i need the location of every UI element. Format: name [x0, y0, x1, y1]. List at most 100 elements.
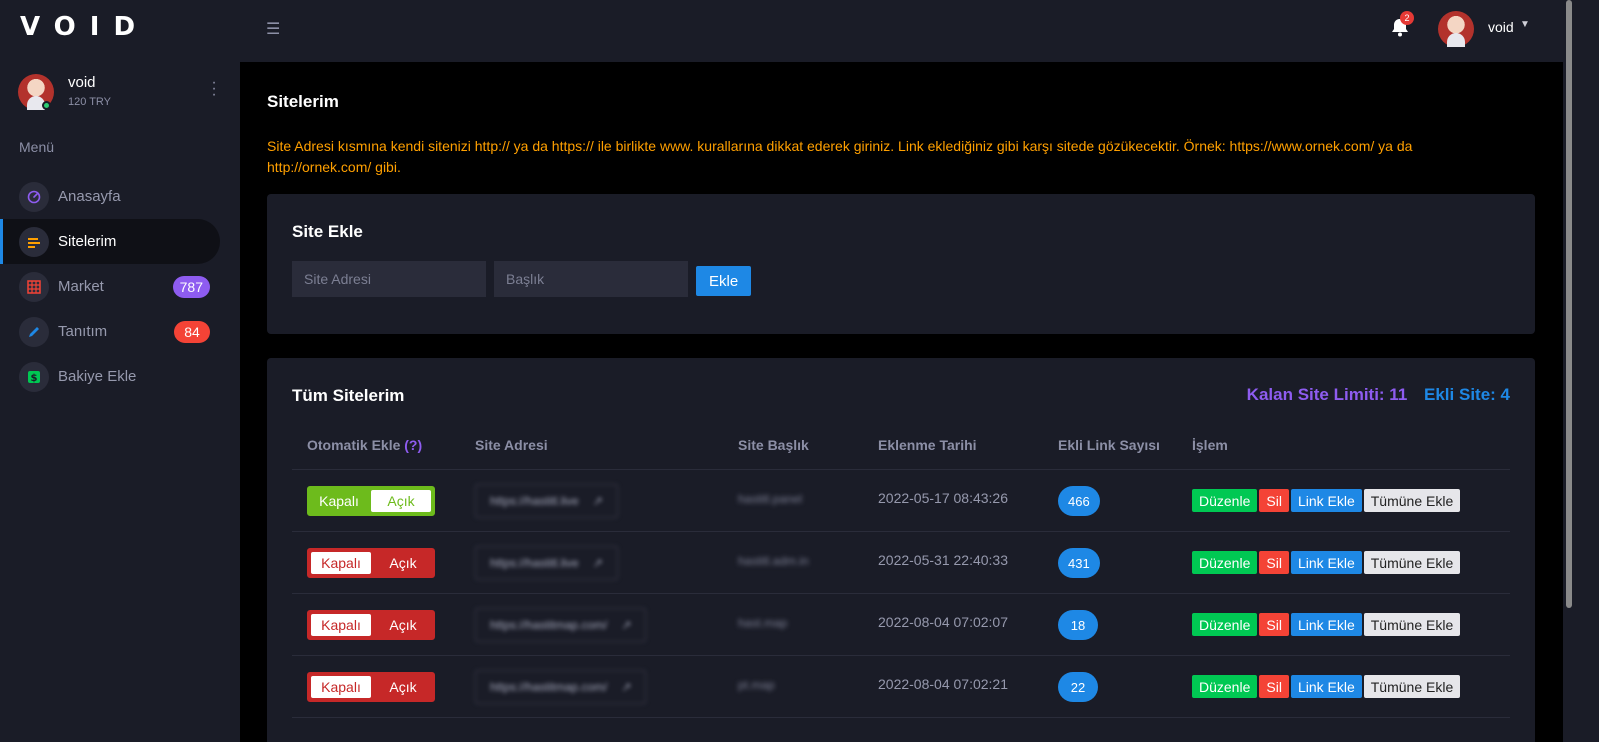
edit-button[interactable]: Düzenle: [1192, 489, 1258, 512]
added-date: 2022-05-31 22:40:33: [878, 552, 1008, 568]
sidebar-nav: Anasayfa Sitelerim Market 787 Tanıtım 84…: [0, 174, 240, 399]
profile-balance: 120 TRY: [68, 96, 112, 108]
grid-icon: [19, 271, 49, 302]
site-title-input[interactable]: [494, 261, 688, 297]
chevron-down-icon[interactable]: ▼: [1520, 19, 1530, 30]
header-user-name[interactable]: void: [1488, 19, 1514, 35]
delete-button[interactable]: Sil: [1259, 551, 1289, 574]
notification-badge: 2: [1400, 11, 1414, 25]
toggle-off-option[interactable]: Kapalı: [309, 488, 369, 514]
delete-button[interactable]: Sil: [1259, 489, 1289, 512]
add-to-all-button[interactable]: Tümüne Ekle: [1363, 489, 1461, 512]
toggle-on-option[interactable]: Açık: [371, 490, 431, 512]
site-title-text: hast.map: [738, 616, 788, 630]
add-link-button[interactable]: Link Ekle: [1290, 613, 1362, 636]
site-url-text: https://hastitl.live: [490, 556, 579, 570]
add-link-button[interactable]: Link Ekle: [1290, 551, 1362, 574]
add-link-button[interactable]: Link Ekle: [1290, 675, 1362, 698]
auto-add-toggle[interactable]: Kapalı Açık: [307, 486, 435, 516]
toggle-on-option[interactable]: Açık: [373, 674, 433, 700]
delete-button[interactable]: Sil: [1259, 613, 1289, 636]
hamburger-menu-icon[interactable]: ☰: [266, 19, 280, 39]
add-site-button[interactable]: Ekle: [696, 266, 752, 296]
row-actions: Düzenle Sil Link Ekle Tümüne Ekle: [1192, 675, 1461, 698]
sidebar-item-label: Anasayfa: [58, 188, 121, 205]
sidebar-item-label: Sitelerim: [58, 233, 117, 250]
page-scrollbar[interactable]: [1563, 0, 1599, 742]
list-icon: [19, 226, 49, 257]
edit-button[interactable]: Düzenle: [1192, 613, 1258, 636]
sidebar-item-market[interactable]: Market 787: [0, 264, 220, 309]
site-url-link[interactable]: https://hastitmap.com/ ↗: [475, 670, 647, 704]
column-action: İşlem: [1192, 437, 1228, 453]
sidebar-item-tanitim[interactable]: Tanıtım 84: [0, 309, 220, 354]
toggle-on-option[interactable]: Açık: [373, 550, 433, 576]
table-header: Otomatik Ekle (?) Site Adresi Site Başlı…: [292, 426, 1510, 470]
external-link-icon: ↗: [621, 618, 632, 632]
link-count-badge: 18: [1058, 610, 1098, 640]
auto-add-help-link[interactable]: (?): [404, 437, 422, 453]
pencil-icon: [19, 316, 49, 347]
sites-list-title: Tüm Sitelerim: [292, 386, 405, 405]
edit-button[interactable]: Düzenle: [1192, 551, 1258, 574]
link-count-badge: 466: [1058, 486, 1100, 516]
sidebar-item-bakiye-ekle[interactable]: $ Bakiye Ekle: [0, 354, 220, 399]
site-url-input[interactable]: [292, 261, 486, 297]
site-limits: Kalan Site Limiti: 11 Ekli Site: 4: [1247, 385, 1510, 405]
auto-add-toggle[interactable]: Kapalı Açık: [307, 548, 435, 578]
link-count-badge: 22: [1058, 672, 1098, 702]
site-url-text: https://hastitl.live: [490, 494, 579, 508]
toggle-on-option[interactable]: Açık: [373, 612, 433, 638]
more-vertical-icon[interactable]: · · ·: [211, 75, 217, 103]
avatar[interactable]: [1438, 11, 1474, 47]
sidebar-item-sitelerim[interactable]: Sitelerim: [0, 219, 220, 264]
sidebar-item-anasayfa[interactable]: Anasayfa: [0, 174, 220, 219]
column-site-title: Site Başlık: [738, 437, 809, 453]
info-message: Site Adresi kısmına kendi sitenizi http:…: [267, 138, 1413, 175]
menu-heading: Menü: [19, 139, 55, 155]
add-to-all-button[interactable]: Tümüne Ekle: [1363, 551, 1461, 574]
scrollbar-thumb[interactable]: [1566, 0, 1572, 608]
column-auto-add-label: Otomatik Ekle: [307, 437, 401, 453]
app-logo[interactable]: VOID: [20, 12, 149, 42]
add-to-all-button[interactable]: Tümüne Ekle: [1363, 675, 1461, 698]
toggle-off-option[interactable]: Kapalı: [311, 552, 371, 574]
add-site-title: Site Ekle: [292, 222, 363, 241]
toggle-off-option[interactable]: Kapalı: [311, 676, 371, 698]
column-date: Eklenme Tarihi: [878, 437, 977, 453]
auto-add-toggle[interactable]: Kapalı Açık: [307, 672, 435, 702]
site-title-text: hastitl.adm.in: [738, 554, 809, 568]
site-title-text: hastitl.panel: [738, 492, 803, 506]
external-link-icon: ↗: [592, 494, 603, 508]
site-url-text: https://hastitmap.com/: [490, 680, 608, 694]
added-date: 2022-08-04 07:02:21: [878, 676, 1008, 692]
profile-name: void: [68, 74, 96, 91]
dollar-icon: $: [19, 361, 49, 392]
add-site-card: Site Ekle Ekle: [267, 194, 1535, 334]
external-link-icon: ↗: [592, 556, 603, 570]
site-url-link[interactable]: https://hastitl.live ↗: [475, 546, 618, 580]
remaining-site-limit: Kalan Site Limiti: 11: [1246, 385, 1408, 404]
site-url-link[interactable]: https://hastitmap.com/ ↗: [475, 608, 647, 642]
auto-add-toggle[interactable]: Kapalı Açık: [307, 610, 435, 640]
speedometer-icon: [19, 181, 49, 212]
svg-text:$: $: [31, 373, 38, 384]
delete-button[interactable]: Sil: [1259, 675, 1289, 698]
sidebar-item-label: Market: [58, 278, 104, 295]
page-title: Sitelerim: [267, 92, 339, 111]
row-actions: Düzenle Sil Link Ekle Tümüne Ekle: [1192, 551, 1461, 574]
column-link-count: Ekli Link Sayısı: [1058, 437, 1160, 453]
table-row: Kapalı Açık https://hastitl.live ↗ hastit…: [292, 470, 1510, 532]
toggle-off-option[interactable]: Kapalı: [311, 614, 371, 636]
market-count-badge: 787: [172, 276, 210, 298]
row-actions: Düzenle Sil Link Ekle Tümüne Ekle: [1192, 613, 1461, 636]
site-url-link[interactable]: https://hastitl.live ↗: [475, 484, 618, 518]
edit-button[interactable]: Düzenle: [1192, 675, 1258, 698]
site-url-text: https://hastitmap.com/: [490, 618, 608, 632]
table-row: Kapalı Açık https://hastitmap.com/ ↗ pt.m…: [292, 656, 1510, 718]
tanitim-count-badge: 84: [174, 321, 210, 343]
add-to-all-button[interactable]: Tümüne Ekle: [1363, 613, 1461, 636]
top-bar: ☰ 2 void ▼: [240, 0, 1563, 62]
added-site-count: Ekli Site: 4: [1424, 385, 1510, 404]
add-link-button[interactable]: Link Ekle: [1290, 489, 1362, 512]
